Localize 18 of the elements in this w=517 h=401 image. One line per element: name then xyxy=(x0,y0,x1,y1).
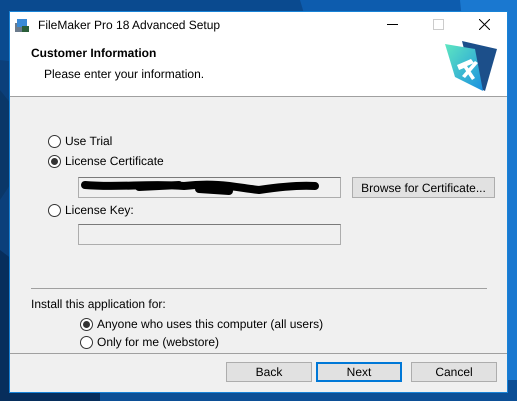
license-key-field[interactable] xyxy=(78,224,341,245)
page-title: Customer Information xyxy=(31,46,158,60)
dialog-button[interactable]: Back xyxy=(226,362,312,382)
radio-option[interactable]: Anyone who uses this computer (all users) xyxy=(80,315,507,333)
dialog-button[interactable]: Next xyxy=(316,362,402,382)
browse-button[interactable]: Browse for Certificate... xyxy=(352,177,495,198)
folder-tools-icon xyxy=(445,41,497,91)
dialog-button[interactable]: Cancel xyxy=(411,362,497,382)
radio-option[interactable]: Use Trial xyxy=(48,131,507,151)
installer-icon xyxy=(14,16,30,32)
radio-option[interactable]: License Key: xyxy=(48,200,507,220)
close-icon[interactable] xyxy=(478,19,490,30)
install-for-label: Install this application for: xyxy=(31,297,167,311)
certificate-field[interactable] xyxy=(78,177,341,198)
page-subtitle: Please enter your information. xyxy=(44,67,206,81)
radio-option[interactable]: Only for me (webstore) xyxy=(80,333,507,351)
window-title: FileMaker Pro 18 Advanced Setup xyxy=(38,18,222,32)
radio-option[interactable]: License Certificate xyxy=(48,151,507,171)
